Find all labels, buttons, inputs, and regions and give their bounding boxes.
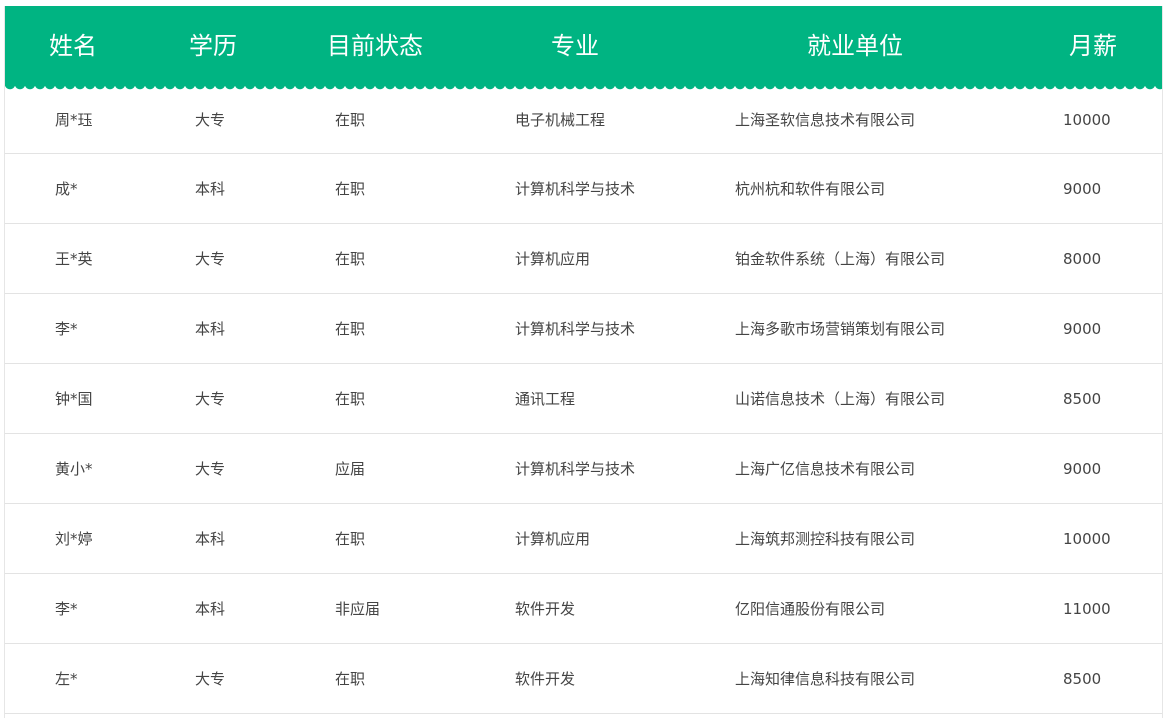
cell-salary: 8000 [1063,249,1102,268]
cell-name: 李* [55,320,78,338]
cell-education: 大专 [195,390,226,408]
header-employer: 就业单位 [807,32,903,60]
header-name: 姓名 [49,32,97,60]
cell-employer: 上海圣软信息技术有限公司 [735,111,916,129]
cell-major: 计算机应用 [515,250,591,268]
cell-education: 大专 [195,111,226,129]
employment-table: 姓名 学历 目前状态 专业 就业单位 月薪 周*珏 大专 在职 电子机械工程 上… [4,6,1163,718]
table-row: 李* 本科 非应届 软件开发 亿阳信通股份有限公司 11000 [5,574,1162,644]
table-header: 姓名 学历 目前状态 专业 就业单位 月薪 [5,6,1162,92]
cell-status: 在职 [335,530,366,548]
cell-status: 在职 [335,390,366,408]
cell-employer: 山诺信息技术（上海）有限公司 [735,390,946,408]
cell-status: 在职 [335,320,366,338]
header-education: 学历 [189,32,237,60]
cell-salary: 9000 [1063,459,1102,478]
cell-major: 计算机科学与技术 [515,460,636,478]
cell-employer: 上海广亿信息技术有限公司 [735,460,916,478]
cell-major: 软件开发 [515,670,576,688]
table-row: 周*珏 大专 在职 电子机械工程 上海圣软信息技术有限公司 10000 [5,86,1162,154]
cell-education: 本科 [195,180,226,198]
cell-education: 本科 [195,320,226,338]
cell-name: 刘*婷 [55,530,93,548]
cell-employer: 杭州杭和软件有限公司 [735,180,886,198]
table-row: 成* 本科 在职 计算机科学与技术 杭州杭和软件有限公司 9000 [5,154,1162,224]
cell-major: 通讯工程 [515,390,576,408]
cell-education: 本科 [195,530,226,548]
cell-salary: 9000 [1063,319,1102,338]
cell-employer: 上海知律信息科技有限公司 [735,670,916,688]
header-salary: 月薪 [1069,32,1117,60]
cell-education: 大专 [195,460,226,478]
cell-salary: 8500 [1063,389,1102,408]
cell-name: 黄小* [55,460,93,478]
cell-major: 电子机械工程 [515,111,606,129]
cell-major: 软件开发 [515,600,576,618]
cell-major: 计算机科学与技术 [515,180,636,198]
cell-name: 周*珏 [55,111,93,129]
cell-name: 钟*国 [55,390,93,408]
cell-name: 左* [55,670,78,688]
cell-name: 成* [55,180,78,198]
cell-status: 应届 [335,460,366,478]
table-row: 王*英 大专 在职 计算机应用 铂金软件系统（上海）有限公司 8000 [5,224,1162,294]
cell-salary: 8500 [1063,669,1102,688]
cell-major: 计算机科学与技术 [515,320,636,338]
cell-employer: 亿阳信通股份有限公司 [735,600,886,618]
cell-status: 非应届 [335,600,381,618]
header-status: 目前状态 [327,32,423,60]
header-major: 专业 [551,32,599,60]
table-row: 黄小* 大专 应届 计算机科学与技术 上海广亿信息技术有限公司 9000 [5,434,1162,504]
table-row: 刘*婷 本科 在职 计算机应用 上海筑邦测控科技有限公司 10000 [5,504,1162,574]
cell-education: 本科 [195,600,226,618]
cell-employer: 上海筑邦测控科技有限公司 [735,530,916,548]
table-row: 钟*国 大专 在职 通讯工程 山诺信息技术（上海）有限公司 8500 [5,364,1162,434]
cell-status: 在职 [335,180,366,198]
cell-name: 王*英 [55,250,93,268]
table-row: 李* 本科 在职 计算机科学与技术 上海多歌市场营销策划有限公司 9000 [5,294,1162,364]
cell-name: 李* [55,600,78,618]
table-row: 左* 大专 在职 软件开发 上海知律信息科技有限公司 8500 [5,644,1162,714]
cell-employer: 铂金软件系统（上海）有限公司 [735,250,946,268]
cell-salary: 10000 [1063,110,1111,129]
cell-education: 大专 [195,670,226,688]
cell-employer: 上海多歌市场营销策划有限公司 [735,320,946,338]
table-body: 周*珏 大专 在职 电子机械工程 上海圣软信息技术有限公司 10000 成* 本… [5,86,1162,714]
cell-status: 在职 [335,250,366,268]
cell-salary: 9000 [1063,179,1102,198]
cell-status: 在职 [335,670,366,688]
cell-education: 大专 [195,250,226,268]
cell-status: 在职 [335,111,366,129]
cell-major: 计算机应用 [515,530,591,548]
cell-salary: 10000 [1063,529,1111,548]
cell-salary: 11000 [1063,599,1111,618]
